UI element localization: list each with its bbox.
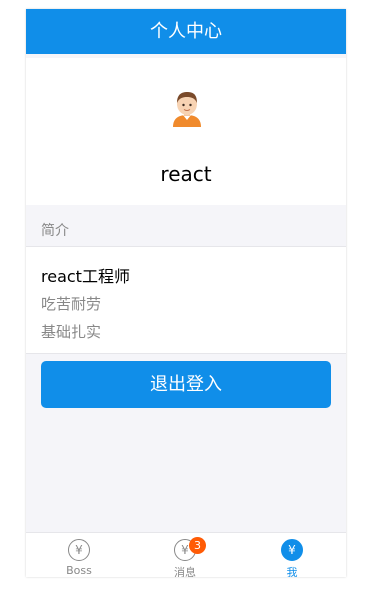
intro-section-title: 简介 xyxy=(41,223,69,239)
tab-bar: ¥ Boss ¥ 3 消息 ¥ 我 xyxy=(26,532,346,577)
tab-me[interactable]: ¥ 我 xyxy=(239,533,345,577)
yen-icon: ¥ xyxy=(281,539,303,561)
intro-line: 吃苦耐劳 xyxy=(41,295,102,313)
navbar: 个人中心 xyxy=(26,9,346,54)
tab-boss[interactable]: ¥ Boss xyxy=(26,533,132,577)
boy-avatar-icon xyxy=(173,92,201,127)
app-screen: 个人中心 react 简介 react工程师 吃苦耐劳 基础扎实 退出登入 ¥ … xyxy=(26,9,346,577)
tab-label: 消息 xyxy=(174,566,196,577)
tab-messages[interactable]: ¥ 3 消息 xyxy=(132,533,238,577)
yen-icon: ¥ xyxy=(68,539,90,561)
page-title: 个人中心 xyxy=(150,21,222,42)
unread-badge: 3 xyxy=(189,537,206,554)
tab-label: Boss xyxy=(66,564,92,577)
username: react xyxy=(160,162,212,186)
intro-title: react工程师 xyxy=(41,267,130,286)
intro-line: 基础扎实 xyxy=(41,323,102,341)
tab-label: 我 xyxy=(286,566,298,577)
profile-card: react xyxy=(26,58,346,205)
intro-list: react工程师 吃苦耐劳 基础扎实 xyxy=(26,246,346,354)
logout-button[interactable]: 退出登入 xyxy=(41,361,331,408)
